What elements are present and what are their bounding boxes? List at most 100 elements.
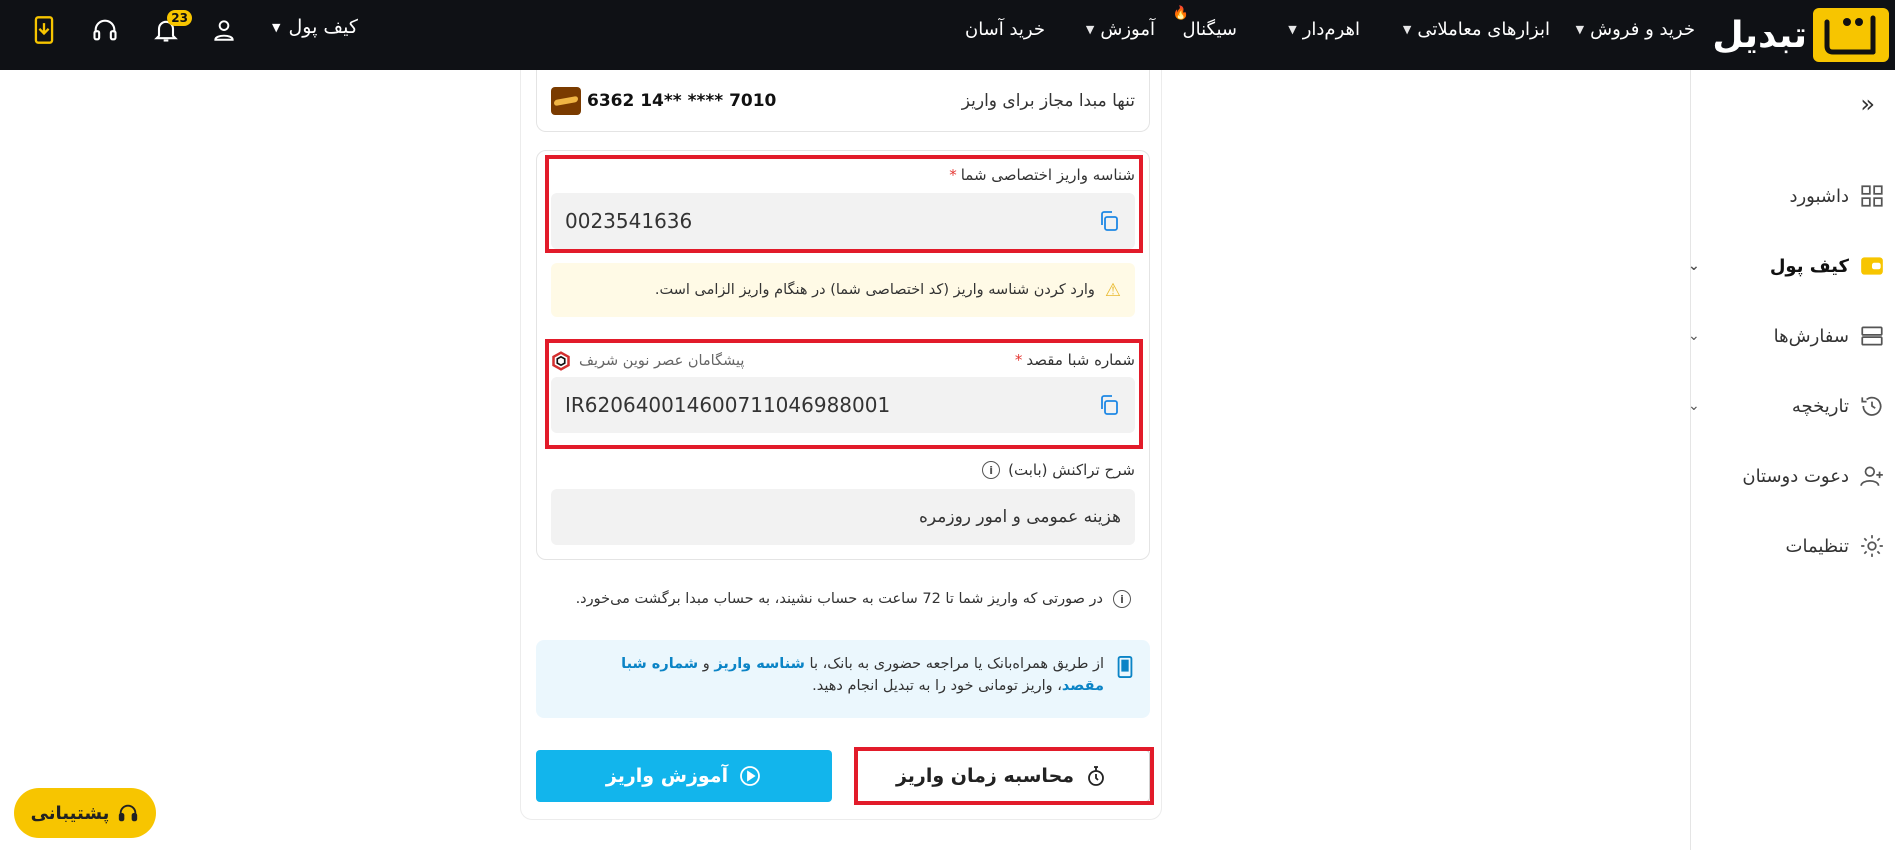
fire-icon: 🔥 bbox=[1172, 6, 1189, 21]
description-label: شرح تراکنش (بابت) i bbox=[982, 461, 1135, 479]
logo-mark-icon bbox=[1813, 8, 1889, 62]
calculate-deposit-time-button[interactable]: محاسبه زمان واریز bbox=[854, 750, 1150, 802]
iban-label: شماره شبا مقصد* bbox=[1015, 351, 1135, 369]
notification-bell-icon[interactable]: 23 bbox=[148, 10, 192, 48]
download-app-icon[interactable] bbox=[26, 12, 62, 48]
sidebar-item-settings[interactable]: تنظیمات bbox=[1700, 526, 1885, 566]
gear-icon bbox=[1861, 535, 1883, 557]
allowed-origin-label: تنها مبدا مجاز برای واریز bbox=[961, 90, 1135, 111]
nav-easy-buy[interactable]: خرید آسان bbox=[965, 0, 1045, 58]
nav-trading-tools-label: ابزارهای معاملاتی bbox=[1417, 18, 1550, 40]
nav-trading-tools[interactable]: ابزارهای معاملاتی ▼ bbox=[1403, 0, 1550, 58]
nav-buy-sell-label: خرید و فروش bbox=[1590, 18, 1695, 40]
sidebar-item-label: دعوت دوستان bbox=[1742, 465, 1849, 487]
return-note: i در صورتی که واریز شما تا 72 ساعت به حس… bbox=[576, 590, 1131, 608]
deposit-info-box: شناسه واریز اختصاصی شما* 0023541636 ⚠ وا… bbox=[536, 150, 1150, 560]
caret-down-icon: ▼ bbox=[1575, 22, 1585, 36]
sidebar-item-dashboard[interactable]: داشبورد bbox=[1700, 176, 1885, 216]
deposit-id-field: 0023541636 bbox=[551, 193, 1135, 249]
deposit-id-warning: ⚠ وارد کردن شناسه واریز (کد اختصاصی شما)… bbox=[551, 263, 1135, 317]
top-wallet-label: کیف پول bbox=[288, 16, 358, 38]
headset-icon[interactable] bbox=[87, 12, 123, 48]
nav-signal[interactable]: سیگنال 🔥 bbox=[1173, 0, 1237, 58]
user-icon[interactable] bbox=[206, 12, 242, 48]
description-label-text: شرح تراکنش (بابت) bbox=[1008, 461, 1135, 479]
dashboard-grid-icon bbox=[1861, 185, 1883, 207]
orders-icon bbox=[1861, 326, 1883, 346]
mobile-phone-icon bbox=[1117, 656, 1133, 678]
mobile-info-deposit-id-highlight: شناسه واریز bbox=[714, 656, 805, 672]
chevron-down-icon[interactable]: ⌄ bbox=[1688, 258, 1700, 274]
brand-logo[interactable]: تبدیل bbox=[1712, 6, 1895, 64]
deposit-tutorial-label: آموزش واریز bbox=[605, 765, 729, 787]
stopwatch-icon bbox=[1088, 766, 1104, 786]
pasargad-bank-logo-icon bbox=[552, 351, 570, 371]
info-icon[interactable]: i bbox=[982, 461, 1001, 479]
top-navbar: تبدیل خرید و فروش ▼ ابزارهای معاملاتی ▼ … bbox=[0, 0, 1895, 70]
mobile-bank-info: از طریق همراه‌بانک یا مراجعه حضوری به با… bbox=[536, 640, 1150, 718]
mobile-bank-info-text: از طریق همراه‌بانک یا مراجعه حضوری به با… bbox=[584, 654, 1104, 704]
origin-card-number: 6362 14** **** 7010 bbox=[587, 90, 777, 111]
copy-icon[interactable] bbox=[1097, 393, 1121, 417]
sidebar-item-label: تنظیمات bbox=[1785, 535, 1849, 557]
deposit-id-label: شناسه واریز اختصاصی شما* bbox=[949, 166, 1135, 184]
sidebar-item-orders[interactable]: سفارش‌ها ⌄ bbox=[1688, 316, 1885, 356]
destination-bank: پیشگامان عصر نوین شریف bbox=[551, 351, 744, 371]
history-icon bbox=[1861, 396, 1882, 416]
sidebar-item-invite-friends[interactable]: دعوت دوستان bbox=[1700, 456, 1885, 496]
sidebar: » داشبورد کیف پول ⌄ سفارش‌ها ⌄ تاریخچه ⌄… bbox=[1688, 70, 1895, 850]
nav-education[interactable]: آموزش ▼ bbox=[1086, 0, 1155, 58]
return-note-text: در صورتی که واریز شما تا 72 ساعت به حساب… bbox=[575, 591, 1103, 607]
deposit-id-label-text: شناسه واریز اختصاصی شما bbox=[960, 166, 1135, 184]
copy-icon[interactable] bbox=[1097, 209, 1121, 233]
deposit-card: تنها مبدا مجاز برای واریز 6362 14** ****… bbox=[520, 70, 1162, 820]
description-value: هزینه عمومی و امور روزمره bbox=[918, 507, 1121, 527]
caret-down-icon: ▼ bbox=[1402, 22, 1412, 36]
nav-leverage[interactable]: اهرم‌دار ▼ bbox=[1288, 0, 1360, 58]
deposit-id-value: 0023541636 bbox=[565, 209, 693, 233]
iban-value: IR620640014600711046988001 bbox=[565, 393, 891, 417]
nav-leverage-label: اهرم‌دار bbox=[1302, 18, 1360, 40]
iban-label-text: شماره شبا مقصد bbox=[1026, 351, 1135, 369]
headset-icon bbox=[119, 804, 138, 822]
sidebar-item-wallet[interactable]: کیف پول ⌄ bbox=[1688, 246, 1885, 286]
mobile-info-part3: ، واریز تومانی خود را به تبدیل انجام دهی… bbox=[812, 677, 1062, 694]
chevron-down-icon[interactable]: ⌄ bbox=[1688, 398, 1700, 414]
iban-field: IR620640014600711046988001 bbox=[551, 377, 1135, 433]
nav-education-label: آموزش bbox=[1100, 18, 1155, 40]
collapse-sidebar-icon[interactable]: » bbox=[1860, 90, 1875, 118]
required-mark: * bbox=[1014, 351, 1023, 369]
brand-name: تبدیل bbox=[1712, 14, 1807, 56]
caret-down-icon: ▼ bbox=[1288, 22, 1297, 36]
top-wallet-menu[interactable]: کیف پول ▼ bbox=[272, 16, 358, 38]
support-button[interactable]: پشتیبانی bbox=[14, 788, 156, 838]
nav-easy-buy-label: خرید آسان bbox=[964, 18, 1045, 40]
warning-triangle-icon: ⚠ bbox=[1104, 279, 1121, 301]
wallet-icon bbox=[1861, 257, 1883, 275]
notification-badge: 23 bbox=[167, 10, 192, 26]
sidebar-item-label: کیف پول bbox=[1769, 255, 1849, 277]
required-mark: * bbox=[949, 166, 957, 184]
sidebar-item-label: داشبورد bbox=[1789, 185, 1849, 207]
mobile-info-part2: و bbox=[698, 656, 715, 672]
caret-down-icon: ▼ bbox=[1085, 22, 1095, 36]
sidebar-item-label: تاریخچه bbox=[1791, 395, 1849, 417]
sidebar-item-history[interactable]: تاریخچه ⌄ bbox=[1688, 386, 1885, 426]
caret-down-icon: ▼ bbox=[272, 20, 281, 34]
bank-logo-icon bbox=[551, 86, 581, 115]
description-field[interactable]: هزینه عمومی و امور روزمره bbox=[551, 489, 1135, 545]
deposit-tutorial-button[interactable]: آموزش واریز bbox=[536, 750, 832, 802]
play-circle-icon bbox=[740, 766, 760, 786]
mobile-info-part1: از طریق همراه‌بانک یا مراجعه حضوری به با… bbox=[804, 656, 1104, 672]
calculate-deposit-time-label: محاسبه زمان واریز bbox=[895, 765, 1075, 787]
allowed-origin-box: تنها مبدا مجاز برای واریز 6362 14** ****… bbox=[536, 70, 1150, 132]
warning-text: وارد کردن شناسه واریز (کد اختصاصی شما) د… bbox=[654, 282, 1095, 298]
nav-buy-sell[interactable]: خرید و فروش ▼ bbox=[1576, 0, 1695, 58]
chevron-down-icon[interactable]: ⌄ bbox=[1688, 328, 1700, 344]
info-icon: i bbox=[1113, 590, 1131, 608]
add-user-icon bbox=[1860, 466, 1883, 487]
nav-signal-label: سیگنال bbox=[1182, 18, 1237, 40]
origin-card: 6362 14** **** 7010 bbox=[551, 86, 777, 115]
destination-bank-name: پیشگامان عصر نوین شریف bbox=[579, 353, 745, 369]
sidebar-item-label: سفارش‌ها bbox=[1773, 325, 1849, 347]
